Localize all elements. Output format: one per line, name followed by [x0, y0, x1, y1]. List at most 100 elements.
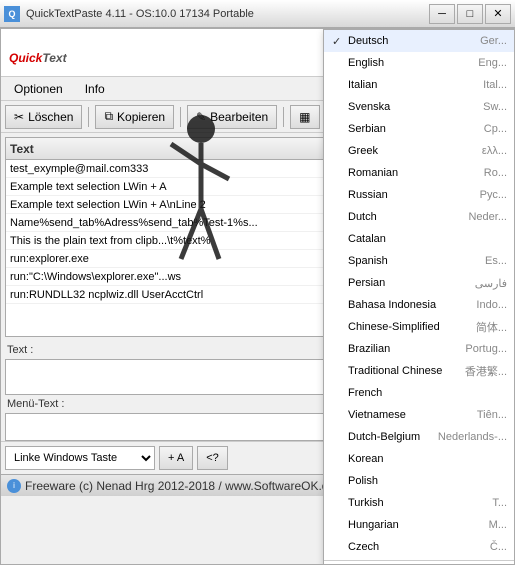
help-button[interactable]: <?: [197, 446, 228, 470]
copy-icon: ⧉: [104, 109, 113, 124]
scissors-icon: ✂: [14, 110, 24, 124]
lang-native-hungarian: M...: [489, 519, 507, 531]
copy-label: Kopieren: [117, 110, 165, 124]
lang-item-serbian[interactable]: Serbian Ср...: [324, 118, 515, 140]
lang-native-vietnamese: Tiên...: [477, 409, 507, 421]
lang-name-romanian: Romanian: [348, 167, 484, 179]
lang-name-catalan: Catalan: [348, 233, 507, 245]
checkmark-icon: ✓: [332, 35, 346, 48]
lang-name-polish: Polish: [348, 475, 507, 487]
lang-native-spanish: Es...: [485, 255, 507, 267]
lang-name-persian: Persian: [348, 277, 475, 289]
extra-icon: ▦: [299, 110, 310, 124]
status-text: Freeware (c) Nenad Hrg 2012-2018 / www.S…: [25, 479, 335, 493]
lang-name-spanish: Spanish: [348, 255, 485, 267]
lang-item-chinese-simplified[interactable]: Chinese-Simplified 简体...: [324, 316, 515, 338]
delete-label: Löschen: [28, 110, 73, 124]
logo-text: Text: [42, 51, 66, 65]
maximize-button[interactable]: □: [457, 4, 483, 24]
key-select[interactable]: Linke Windows Taste: [5, 446, 155, 470]
lang-native-brazilian: Portug...: [465, 343, 507, 355]
lang-native-english: Eng...: [478, 57, 507, 69]
edit-button[interactable]: ✎ Bearbeiten: [187, 105, 277, 129]
lang-item-polish[interactable]: Polish: [324, 470, 515, 492]
lang-name-chinese-simplified: Chinese-Simplified: [348, 321, 476, 333]
lang-item-persian[interactable]: Persian فارسی: [324, 272, 515, 294]
lang-item-brazilian[interactable]: Brazilian Portug...: [324, 338, 515, 360]
lang-item-turkish[interactable]: Turkish T...: [324, 492, 515, 514]
lang-item-italian[interactable]: Italian Ital...: [324, 74, 515, 96]
lang-name-russian: Russian: [348, 189, 480, 201]
toolbar-separator-1: [88, 107, 89, 127]
toolbar-separator-2: [180, 107, 181, 127]
lang-name-english: English: [348, 57, 478, 69]
logo-quick: Quick: [9, 51, 42, 65]
lang-native-dutch-belgium: Nederlands-...: [438, 431, 507, 443]
lang-name-svenska: Svenska: [348, 101, 483, 113]
edit-icon: ✎: [196, 110, 206, 124]
logo: QuickText: [9, 36, 67, 70]
lang-item-korean[interactable]: Korean: [324, 448, 515, 470]
lang-native-serbian: Ср...: [484, 123, 507, 135]
lang-native-bahasa: Indo...: [476, 299, 507, 311]
lang-native-russian: Рус...: [480, 189, 507, 201]
lang-name-dutch: Dutch: [348, 211, 468, 223]
lang-name-greek: Greek: [348, 145, 482, 157]
lang-native-italian: Ital...: [483, 79, 507, 91]
lang-item-romanian[interactable]: Romanian Ro...: [324, 162, 515, 184]
lang-name-brazilian: Brazilian: [348, 343, 465, 355]
lang-item-french[interactable]: French: [324, 382, 515, 404]
lang-name-italian: Italian: [348, 79, 483, 91]
lang-item-bahasa[interactable]: Bahasa Indonesia Indo...: [324, 294, 515, 316]
lang-name-hungarian: Hungarian: [348, 519, 489, 531]
lang-item-english[interactable]: English Eng...: [324, 52, 515, 74]
extra-button[interactable]: ▦: [290, 105, 319, 129]
status-icon: i: [7, 479, 21, 493]
minimize-button[interactable]: ─: [429, 4, 455, 24]
lang-name-traditional-chinese: Traditional Chinese: [348, 365, 465, 377]
lang-item-hungarian[interactable]: Hungarian M...: [324, 514, 515, 536]
menu-info[interactable]: Info: [76, 79, 114, 99]
close-button[interactable]: ✕: [485, 4, 511, 24]
lang-name-korean: Korean: [348, 453, 507, 465]
lang-item-traditional-chinese[interactable]: Traditional Chinese 香港繁...: [324, 360, 515, 382]
main-window: QuickText Optionen Info ✂ Löschen ⧉ Kopi…: [0, 28, 515, 565]
lang-native-greek: ελλ...: [482, 145, 507, 157]
lang-item-spanish[interactable]: Spanish Es...: [324, 250, 515, 272]
lang-item-vietnamese[interactable]: Vietnamese Tiên...: [324, 404, 515, 426]
lang-name-french: French: [348, 387, 507, 399]
lang-item-czech[interactable]: Czech Č...: [324, 536, 515, 558]
lang-item-svenska[interactable]: Svenska Sw...: [324, 96, 515, 118]
title-bar-buttons: ─ □ ✕: [429, 4, 511, 24]
language-dropdown[interactable]: ✓ Deutsch Ger... English Eng... Italian …: [323, 29, 515, 565]
lang-item-russian[interactable]: Russian Рус...: [324, 184, 515, 206]
lang-native-deutsch: Ger...: [480, 35, 507, 47]
title-bar: Q QuickTextPaste 4.11 - OS:10.0 17134 Po…: [0, 0, 515, 28]
lang-name-dutch-belgium: Dutch-Belgium: [348, 431, 438, 443]
title-bar-text: QuickTextPaste 4.11 - OS:10.0 17134 Port…: [26, 8, 429, 20]
lang-item-catalan[interactable]: Catalan: [324, 228, 515, 250]
lang-item-dutch[interactable]: Dutch Neder...: [324, 206, 515, 228]
app-icon: Q: [4, 6, 20, 22]
lang-native-persian: فارسی: [475, 277, 507, 290]
lang-name-vietnamese: Vietnamese: [348, 409, 477, 421]
lang-native-chinese-simplified: 简体...: [476, 319, 507, 335]
lang-item-greek[interactable]: Greek ελλ...: [324, 140, 515, 162]
lang-native-dutch: Neder...: [468, 211, 507, 223]
lang-name-deutsch: Deutsch: [348, 35, 480, 47]
lang-item-dutch-belgium[interactable]: Dutch-Belgium Nederlands-...: [324, 426, 515, 448]
menu-optionen[interactable]: Optionen: [5, 79, 72, 99]
edit-label: Bearbeiten: [210, 110, 268, 124]
lang-native-turkish: T...: [492, 497, 507, 509]
lang-native-czech: Č...: [490, 541, 507, 553]
dropdown-separator: [324, 560, 515, 561]
lang-item-deutsch[interactable]: ✓ Deutsch Ger...: [324, 30, 515, 52]
lang-name-turkish: Turkish: [348, 497, 492, 509]
plus-key-button[interactable]: + A: [159, 446, 193, 470]
delete-button[interactable]: ✂ Löschen: [5, 105, 82, 129]
lang-name-serbian: Serbian: [348, 123, 484, 135]
lang-native-romanian: Ro...: [484, 167, 507, 179]
lang-native-traditional-chinese: 香港繁...: [465, 363, 507, 379]
copy-button[interactable]: ⧉ Kopieren: [95, 105, 174, 129]
lang-name-czech: Czech: [348, 541, 490, 553]
